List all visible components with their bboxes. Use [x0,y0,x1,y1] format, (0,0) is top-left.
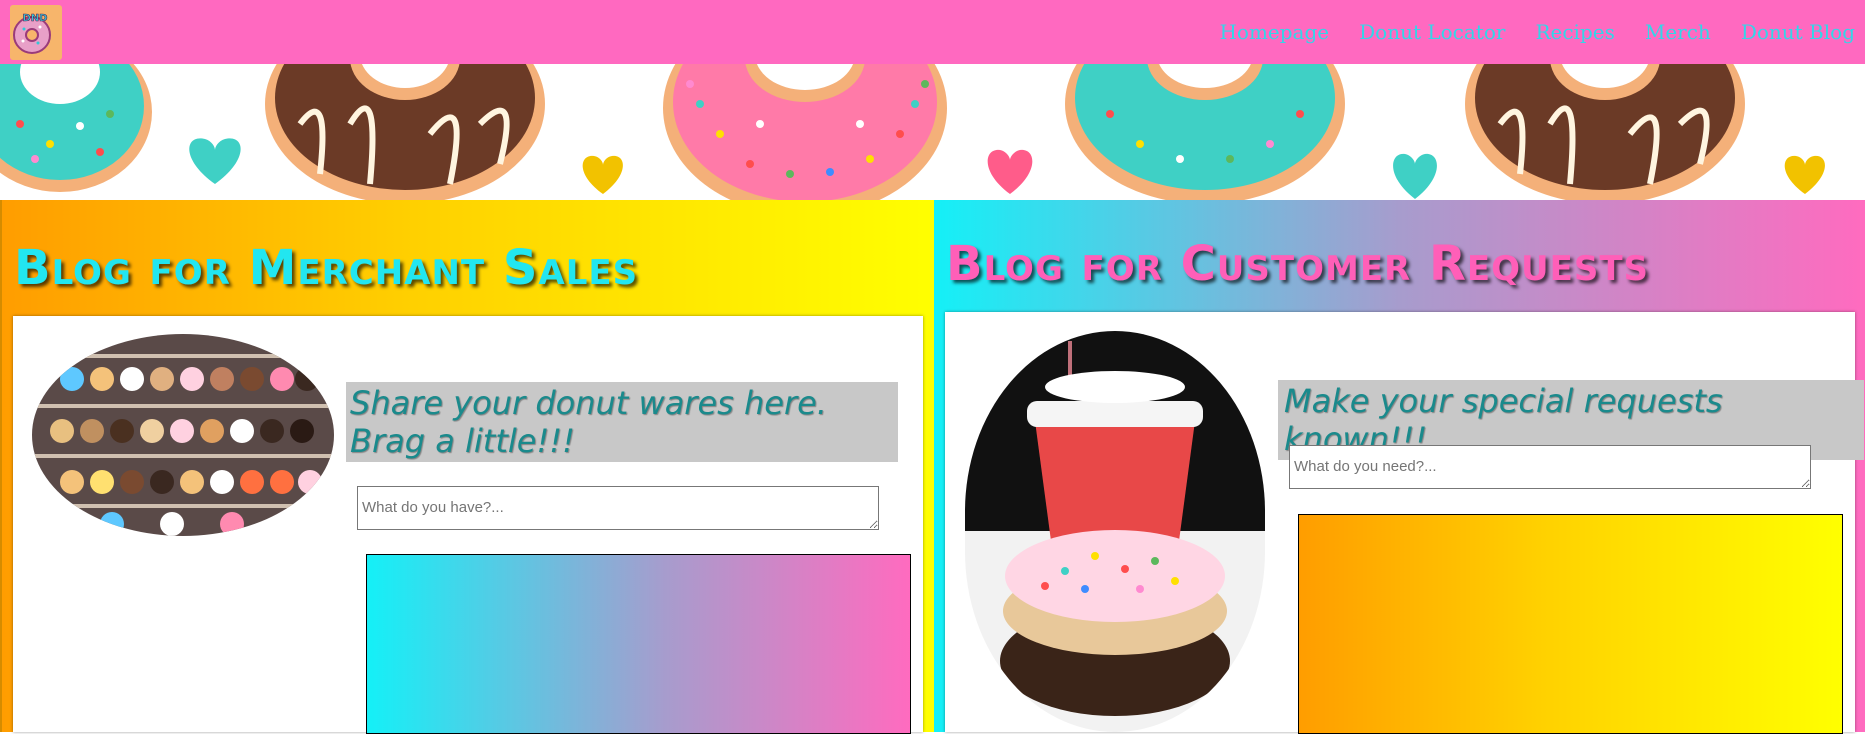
merchant-posts-area [366,554,911,734]
teal-donut-image [1065,64,1345,200]
nav-link-recipes[interactable]: Recipes [1535,20,1614,44]
main-nav: Homepage Donut Locator Recipes Merch Don… [1219,0,1865,64]
heart-icon [1393,153,1437,199]
merchant-post-input[interactable] [357,486,879,530]
heart-icon [1784,155,1825,194]
chocolate-donut-image [1465,64,1745,200]
donut-banner [0,64,1865,200]
teal-donut-image [0,64,152,192]
customer-request-input[interactable] [1289,445,1811,489]
nav-link-merch[interactable]: Merch [1645,20,1711,44]
heart-icon [582,155,623,194]
svg-text:DND: DND [23,13,48,24]
customer-blog-title: Blog for Customer Requests [946,236,1650,292]
merchant-prompt: Share your donut wares here. Brag a litt… [346,382,898,462]
donut-banner-image [0,64,1825,200]
nav-link-homepage[interactable]: Homepage [1219,20,1329,44]
site-logo[interactable]: DND [10,5,62,60]
coffee-and-donuts-image [965,331,1265,732]
donut-display-case-image [32,334,334,536]
top-navbar: DND Homepage Donut Locator Recipes Merch… [0,0,1865,64]
nav-link-donut-locator[interactable]: Donut Locator [1359,20,1505,44]
customer-posts-area [1298,514,1843,734]
nav-link-donut-blog[interactable]: Donut Blog [1741,20,1855,44]
chocolate-donut-image [265,64,545,200]
pink-donut-image [663,64,947,200]
heart-icon [189,138,241,184]
merchant-blog-title: Blog for Merchant Sales [14,240,639,296]
heart-icon [987,149,1033,194]
